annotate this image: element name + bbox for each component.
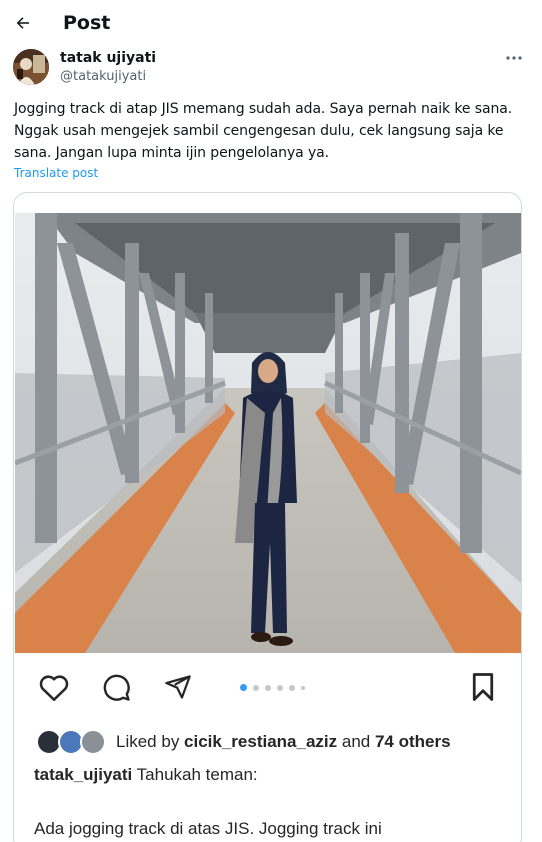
more-options-button[interactable]: [500, 50, 528, 66]
share-button[interactable]: [160, 669, 196, 705]
carousel-dot: [301, 685, 305, 690]
caption-text: Tahukah teman:: [132, 765, 258, 784]
carousel-dot: [289, 684, 295, 691]
bookmark-button[interactable]: [465, 669, 501, 705]
likes-summary: Liked by cicik_restiana_aziz and 74 othe…: [116, 732, 451, 752]
post-photo[interactable]: [15, 213, 521, 653]
tweet-text-line: Nggak usah mengejek sambil cengengesan d…: [14, 123, 504, 139]
share-icon: [165, 675, 191, 699]
liker-avatars: [36, 728, 108, 756]
page-title: Post: [63, 12, 111, 34]
author-handle[interactable]: @tatakujiyati: [60, 69, 146, 84]
carousel-dot: [253, 684, 259, 691]
heart-icon: [39, 675, 69, 701]
caption-continued: Ada jogging track di atas JIS. Jogging t…: [34, 819, 382, 838]
carousel-dot: [277, 684, 283, 691]
author-display-name[interactable]: tatak ujiyati: [60, 50, 156, 66]
tweet-text-line: sana. Jangan lupa minta ijin pengelolany…: [14, 145, 329, 161]
liker-username[interactable]: cicik_restiana_aziz: [184, 732, 337, 751]
media-card[interactable]: Liked by cicik_restiana_aziz and 74 othe…: [13, 192, 522, 842]
likes-and: and: [337, 732, 375, 751]
comment-icon: [103, 674, 130, 701]
avatar: [80, 729, 106, 755]
tweet-text: Jogging track di atap JIS memang sudah a…: [14, 98, 529, 164]
likes-others[interactable]: 74 others: [375, 732, 451, 751]
carousel-dot: [265, 684, 271, 691]
translate-post-link[interactable]: Translate post: [14, 166, 98, 180]
instagram-actions: [14, 669, 521, 709]
top-bar: Post: [0, 0, 542, 44]
tweet-text-line: Jogging track di atap JIS memang sudah a…: [14, 101, 513, 117]
likes-row: Liked by cicik_restiana_aziz and 74 othe…: [36, 728, 451, 756]
back-button[interactable]: [10, 10, 36, 36]
caption: tatak_ujiyati Tahukah teman:: [34, 765, 258, 785]
caption-username[interactable]: tatak_ujiyati: [34, 765, 132, 784]
likes-prefix: Liked by: [116, 732, 185, 751]
arrow-left-icon: [16, 17, 29, 29]
more-horizontal-icon: [506, 56, 522, 60]
comment-button[interactable]: [98, 669, 134, 705]
carousel-indicator: [240, 684, 305, 691]
bookmark-icon: [472, 673, 494, 701]
avatar[interactable]: [13, 49, 49, 85]
like-button[interactable]: [36, 669, 72, 705]
carousel-dot: [240, 684, 247, 691]
